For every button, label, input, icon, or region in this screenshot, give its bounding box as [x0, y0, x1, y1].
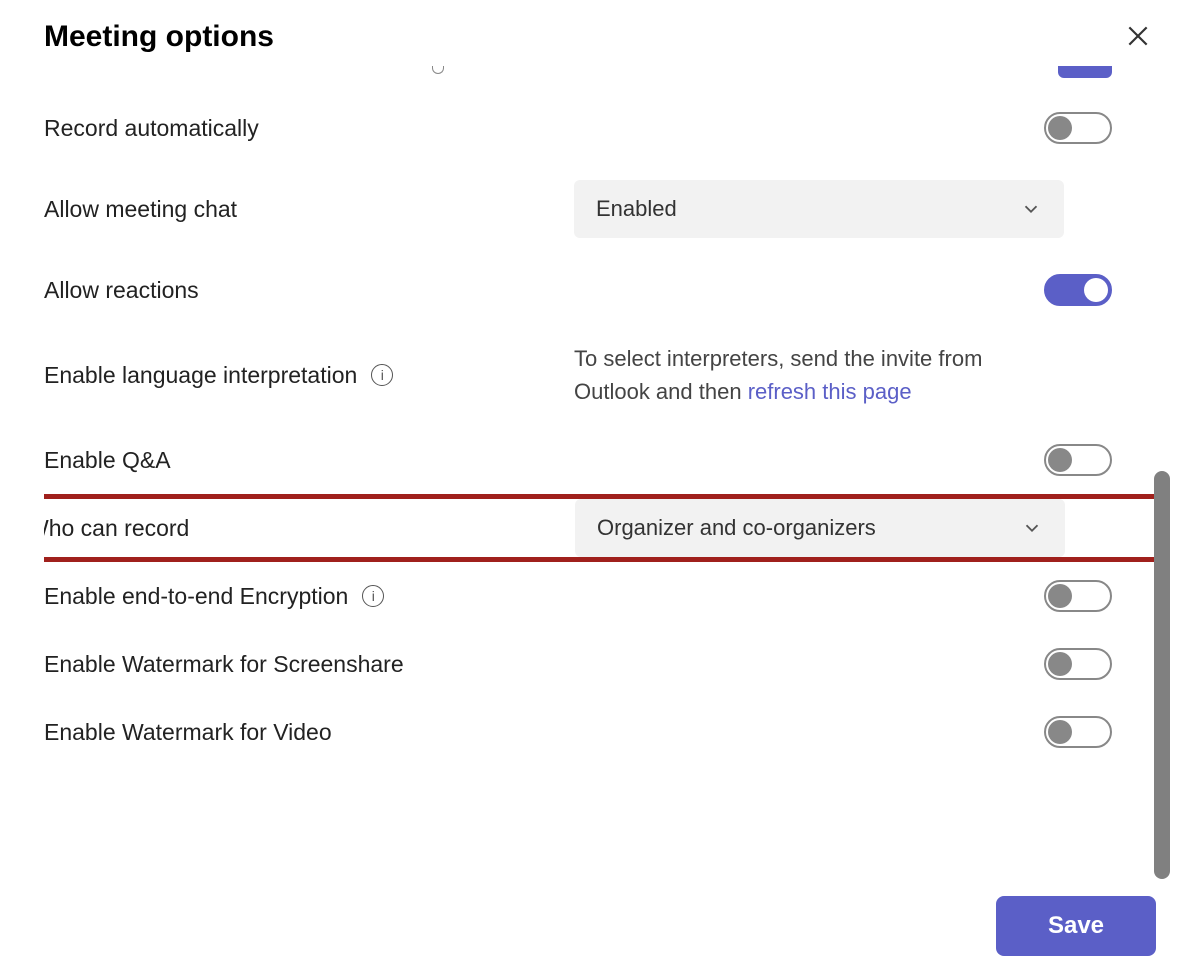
option-label: Who can record	[44, 515, 575, 542]
meeting-options-dialog: Meeting options Record automatically All…	[0, 0, 1200, 974]
scrollbar-thumb[interactable]	[1154, 471, 1170, 879]
option-label: Enable Q&A	[44, 447, 574, 474]
option-label: Enable language interpretation i	[44, 362, 574, 389]
row-watermark-video: Enable Watermark for Video	[44, 698, 1156, 766]
row-record-automatically: Record automatically	[44, 94, 1156, 162]
option-label: Enable Watermark for Video	[44, 719, 574, 746]
option-label: Record automatically	[44, 115, 574, 142]
dialog-footer: Save	[996, 896, 1156, 956]
option-label: Enable Watermark for Screenshare	[44, 651, 574, 678]
row-enable-qa: Enable Q&A	[44, 426, 1156, 494]
row-allow-meeting-chat: Allow meeting chat Enabled	[44, 162, 1156, 256]
option-label: Enable end-to-end Encryption i	[44, 583, 574, 610]
option-label: Allow meeting chat	[44, 196, 574, 223]
toggle-watermark-screenshare[interactable]	[1044, 648, 1112, 680]
chevron-down-icon	[1020, 198, 1042, 220]
toggle-record-automatically[interactable]	[1044, 112, 1112, 144]
row-watermark-screenshare: Enable Watermark for Screenshare	[44, 630, 1156, 698]
toggle-enable-qa[interactable]	[1044, 444, 1112, 476]
dropdown-allow-meeting-chat[interactable]: Enabled	[574, 180, 1064, 238]
close-icon	[1125, 23, 1151, 54]
row-language-interpretation: Enable language interpretation i To sele…	[44, 324, 1156, 426]
dialog-title: Meeting options	[44, 20, 274, 54]
info-icon[interactable]: i	[362, 585, 384, 607]
option-label: Allow reactions	[44, 277, 574, 304]
row-allow-reactions: Allow reactions	[44, 256, 1156, 324]
options-scroll-area[interactable]: Record automatically Allow meeting chat …	[44, 66, 1156, 826]
info-icon[interactable]: i	[371, 364, 393, 386]
chevron-down-icon	[1021, 517, 1043, 539]
save-button[interactable]: Save	[996, 896, 1156, 956]
close-button[interactable]	[1120, 20, 1156, 56]
dialog-header: Meeting options	[0, 0, 1200, 66]
toggle-watermark-video[interactable]	[1044, 716, 1112, 748]
row-who-can-record: Who can record Organizer and co-organize…	[44, 494, 1156, 562]
language-interpretation-hint: To select interpreters, send the invite …	[574, 342, 1064, 408]
dialog-content: Record automatically Allow meeting chat …	[0, 66, 1200, 846]
dropdown-who-can-record[interactable]: Organizer and co-organizers	[575, 499, 1065, 557]
dropdown-value: Enabled	[596, 196, 677, 222]
dropdown-value: Organizer and co-organizers	[597, 515, 876, 541]
refresh-page-link[interactable]: refresh this page	[748, 379, 912, 404]
toggle-allow-reactions[interactable]	[1044, 274, 1112, 306]
toggle-e2e-encryption[interactable]	[1044, 580, 1112, 612]
row-e2e-encryption: Enable end-to-end Encryption i	[44, 562, 1156, 630]
partial-toggle-above	[1058, 66, 1112, 78]
